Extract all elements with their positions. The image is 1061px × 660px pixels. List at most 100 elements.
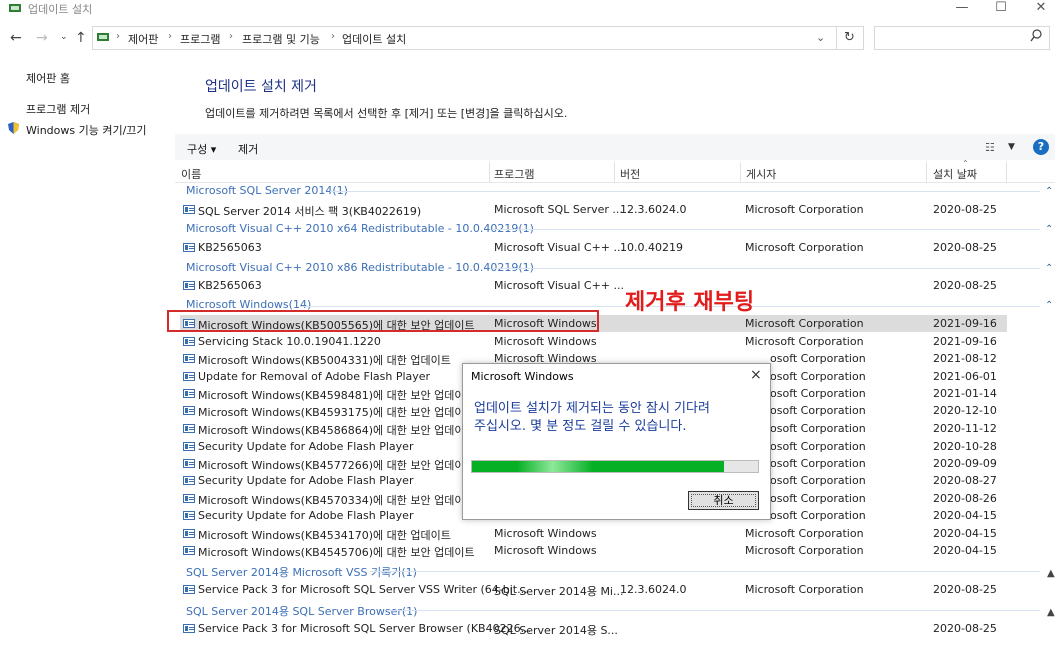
update-icon	[183, 459, 195, 468]
column-separator[interactable]	[489, 162, 490, 182]
breadcrumb-programs-features[interactable]: 프로그램 및 기능	[242, 31, 320, 47]
column-version[interactable]: 버전	[620, 166, 640, 182]
update-icon	[183, 442, 195, 451]
breadcrumb-separator: ›	[331, 31, 335, 42]
breadcrumb-installed-updates[interactable]: 업데이트 설치	[342, 31, 406, 47]
cell-program: SQL Server 2014용 Mi...	[494, 585, 624, 598]
update-icon	[183, 337, 195, 346]
group-header[interactable]: Microsoft Visual C++ 2010 x64 Redistribu…	[186, 222, 534, 235]
help-icon[interactable]: ?	[1033, 139, 1049, 155]
view-dropdown-icon[interactable]: ▼	[1008, 142, 1015, 152]
up-icon[interactable]: ↑	[75, 30, 87, 46]
cell-program: Microsoft SQL Server ...	[494, 203, 623, 216]
control-panel-home-link[interactable]: 제어판 홈	[26, 70, 70, 86]
cell-publisher: Microsoft Corporation	[745, 544, 864, 557]
column-name[interactable]: 이름	[181, 166, 201, 182]
progress-fill	[472, 461, 724, 472]
view-options-icon[interactable]: ☷	[985, 141, 995, 154]
update-icon	[183, 281, 195, 290]
cell-date: 2020-09-09	[933, 457, 997, 470]
cell-date: 2021-08-12	[933, 352, 997, 365]
table-row[interactable]: Servicing Stack 10.0.19041.1220 Microsoft…	[180, 333, 1007, 350]
group-divider	[388, 610, 1040, 611]
update-icon	[183, 476, 195, 485]
table-row[interactable]: KB2565063 Microsoft Visual C++ ... 2020-08…	[180, 277, 1007, 294]
cell-name: Update for Removal of Adobe Flash Player	[198, 370, 431, 383]
cell-name: SQL Server 2014 서비스 팩 3(KB4022619)	[198, 205, 422, 218]
cell-date: 2020-08-25	[933, 622, 997, 635]
table-row[interactable]: SQL Server 2014 서비스 팩 3(KB4022619) Micros…	[180, 201, 1007, 218]
column-separator[interactable]	[1006, 162, 1007, 182]
page-description: 업데이트를 제거하려면 목록에서 선택한 후 [제거] 또는 [변경]을 클릭하…	[205, 107, 568, 120]
update-icon	[183, 205, 195, 214]
breadcrumb-control-panel[interactable]: 제어판	[128, 31, 158, 47]
cell-name: Microsoft Windows(KB4570334)에 대한 보안 업데이트	[198, 494, 475, 507]
cell-name: Microsoft Windows(KB4577266)에 대한 보안 업데이트	[198, 459, 475, 472]
group-header[interactable]: SQL Server 2014용 SQL Server Browser(1)	[186, 603, 417, 619]
column-install-date[interactable]: 설치 날짜	[933, 166, 977, 182]
update-icon	[183, 585, 195, 594]
table-row[interactable]: Microsoft Windows(KB4534170)에 대한 업데이트 Mic…	[180, 525, 1007, 542]
scroll-up-icon[interactable]: ▲	[1047, 607, 1055, 618]
cell-date: 2020-08-27	[933, 474, 997, 487]
dialog-close-button[interactable]: ×	[750, 367, 762, 383]
maximize-button[interactable]: ☐	[981, 0, 1021, 18]
scroll-up-icon[interactable]: ▲	[1047, 568, 1055, 579]
windows-features-link[interactable]: Windows 기능 켜기/끄기	[26, 122, 147, 138]
uninstall-program-link[interactable]: 프로그램 제거	[26, 101, 90, 117]
cell-date: 2020-08-25	[933, 241, 997, 254]
table-row[interactable]: KB2565063 Microsoft Visual C++ ... 10.0.40…	[180, 239, 1007, 256]
group-header[interactable]: Microsoft Visual C++ 2010 x86 Redistribu…	[186, 261, 534, 274]
breadcrumb-programs[interactable]: 프로그램	[180, 31, 220, 47]
forward-icon[interactable]: →	[36, 30, 48, 46]
vertical-scrollbar[interactable]	[1043, 182, 1059, 660]
cell-publisher: osoft Corporation	[770, 492, 866, 505]
cell-publisher: Microsoft Corporation	[745, 203, 864, 216]
group-divider	[492, 268, 1040, 269]
cell-publisher: osoft Corporation	[770, 474, 866, 487]
cell-date: 2020-10-28	[933, 440, 997, 453]
cell-publisher: osoft Corporation	[770, 352, 866, 365]
column-program[interactable]: 프로그램	[494, 166, 534, 182]
column-separator[interactable]	[614, 162, 615, 182]
update-icon	[183, 354, 195, 363]
cell-publisher: osoft Corporation	[770, 440, 866, 453]
minimize-button[interactable]: —	[942, 0, 982, 18]
column-separator[interactable]	[926, 162, 927, 182]
cell-publisher: osoft Corporation	[770, 509, 866, 522]
cell-publisher: osoft Corporation	[770, 404, 866, 417]
cell-publisher: Microsoft Corporation	[745, 317, 864, 330]
table-row[interactable]: Service Pack 3 for Microsoft SQL Server …	[180, 620, 1007, 637]
group-header[interactable]: Microsoft SQL Server 2014(1)	[186, 184, 348, 197]
search-input[interactable]	[874, 26, 1050, 50]
search-icon[interactable]	[1030, 29, 1042, 46]
dialog-title: Microsoft Windows	[471, 370, 574, 383]
column-separator[interactable]	[740, 162, 741, 182]
close-window-button[interactable]: ✕	[1021, 0, 1061, 18]
cell-date: 2020-04-15	[933, 527, 997, 540]
dialog-message-line: 업데이트 설치가 제거되는 동안 잠시 기다려	[474, 401, 710, 416]
address-dropdown-icon[interactable]: ⌄	[816, 31, 825, 44]
uninstall-button[interactable]: 제거	[238, 141, 258, 157]
cell-publisher: Microsoft Corporation	[745, 527, 864, 540]
app-icon	[8, 2, 22, 14]
back-icon[interactable]: ←	[10, 30, 22, 46]
cell-name: Microsoft Windows(KB4545706)에 대한 보안 업데이트	[198, 546, 475, 559]
cell-name: Microsoft Windows(KB4593175)에 대한 보안 업데이트	[198, 406, 475, 419]
sort-arrow-icon: ⌃	[962, 159, 969, 168]
cancel-button[interactable]: 취소	[688, 491, 759, 510]
group-header[interactable]: SQL Server 2014용 Microsoft VSS 기록기(1)	[186, 564, 417, 580]
column-publisher[interactable]: 게시자	[746, 166, 776, 182]
refresh-icon[interactable]: ↻	[844, 30, 855, 45]
recent-dropdown-icon[interactable]: ⌄	[60, 32, 68, 42]
organize-menu-button[interactable]: 구성 ▾	[187, 141, 216, 157]
cell-name: Microsoft Windows(KB4534170)에 대한 업데이트	[198, 529, 451, 542]
table-row[interactable]: Service Pack 3 for Microsoft SQL Server …	[180, 581, 1007, 598]
annotation-text: 제거후 재부팅	[625, 290, 755, 315]
cell-name: Security Update for Adobe Flash Player	[198, 440, 414, 453]
page-title: 업데이트 설치 제거	[205, 79, 317, 95]
cell-publisher: Microsoft Corporation	[745, 583, 864, 596]
cell-program: Microsoft Visual C++ ...	[494, 241, 624, 254]
table-row[interactable]: Microsoft Windows(KB4545706)에 대한 보안 업데이트…	[180, 542, 1007, 559]
divider	[836, 26, 837, 50]
